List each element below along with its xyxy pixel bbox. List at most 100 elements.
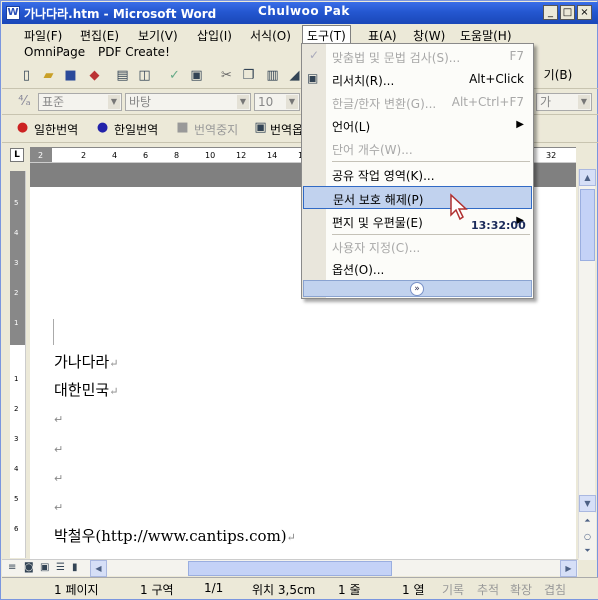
menu-item-shortcut: F7 [509, 49, 524, 63]
menu-help[interactable]: 도움말(H) [460, 27, 512, 44]
document-line-2[interactable]: 대한민국↵ [54, 379, 118, 400]
chevron-double-down-icon[interactable]: » [410, 282, 424, 296]
print-view-icon[interactable]: ▣ [40, 562, 49, 573]
reading-view-icon[interactable]: ▮ [72, 562, 78, 573]
style-combo-value: 표준 [42, 95, 65, 109]
styles-pane-icon[interactable]: ⁴⁄ₐ [16, 93, 33, 110]
copy-icon[interactable]: ❐ [240, 67, 257, 84]
ko-jp-translate-button[interactable]: 한일번역 [114, 121, 158, 138]
document-line-1[interactable]: 가나다라↵ [54, 351, 118, 372]
menu-item-shared-workspace[interactable]: 공유 작업 영역(K)... [303, 163, 532, 186]
menu-item-customize[interactable]: 사용자 지정(C)... [303, 235, 532, 258]
highlight-combo[interactable]: 가 ▼ [536, 93, 592, 111]
menu-item-label: 문서 보호 해제(P) [333, 193, 424, 207]
menu-item-spelling[interactable]: ✓ 맞춤법 및 문법 검사(S)... F7 [303, 45, 532, 68]
ruler-number: 2 [81, 151, 87, 160]
translate-options-button[interactable]: 번역옵 [270, 121, 303, 138]
ruler-number: 8 [174, 151, 180, 160]
tab-selector[interactable]: L [10, 148, 24, 162]
highlight-combo-value: 가 [540, 95, 552, 109]
ruler-number: 12 [236, 151, 247, 160]
stop-icon[interactable]: ■ [174, 119, 191, 136]
options-icon[interactable]: ▣ [252, 119, 269, 136]
ruler-number: 32 [546, 151, 557, 160]
size-combo[interactable]: 10 ▼ [254, 93, 300, 111]
status-extend[interactable]: 확장 [510, 581, 532, 598]
vertical-scrollbar[interactable]: ▲ ▼ ⏶ ○ ⏷ [578, 169, 596, 560]
line-text: 박철우(http://www.cantips.com) [54, 527, 287, 545]
jp-translate-icon[interactable]: ● [14, 119, 31, 136]
ruler-number: 10 [205, 151, 216, 160]
status-line: 1 줄 [338, 583, 361, 597]
status-record[interactable]: 기록 [442, 581, 464, 598]
menu-item-hanja[interactable]: 한글/한자 변환(G)... Alt+Ctrl+F7 [303, 91, 532, 114]
web-view-icon[interactable]: ◙ [24, 562, 34, 573]
menu-item-unprotect-document[interactable]: 문서 보호 해제(P) [303, 186, 532, 209]
vruler-tick: 1 [14, 375, 19, 383]
font-combo[interactable]: 바탕 ▼ [125, 93, 251, 111]
maximize-button[interactable]: □ [560, 5, 575, 20]
paragraph-mark: ↵ [54, 501, 64, 514]
permission-icon[interactable]: ◆ [86, 67, 103, 84]
menu-file[interactable]: 파일(F) [24, 27, 62, 44]
paste-icon[interactable]: ▥ [264, 67, 281, 84]
scroll-left-icon[interactable]: ◀ [90, 560, 107, 577]
style-combo[interactable]: 표준 ▼ [38, 93, 122, 111]
vertical-ruler[interactable]: 5 4 3 2 1 1 2 3 4 5 6 [10, 171, 26, 558]
scroll-right-icon[interactable]: ▶ [560, 560, 577, 577]
pdf-create-menu[interactable]: PDF Create! [98, 45, 170, 59]
standard-toolbar-overflow[interactable]: 기(B) [538, 67, 578, 84]
new-document-icon[interactable]: ▯ [18, 67, 35, 84]
save-icon[interactable]: ■ [62, 67, 79, 84]
vruler-tick: 6 [14, 525, 19, 533]
research-icon[interactable]: ▣ [188, 67, 205, 84]
paragraph-mark: ↵ [54, 413, 64, 426]
print-preview-icon[interactable]: ◫ [136, 67, 153, 84]
next-page-icon[interactable]: ⏷ [579, 543, 596, 560]
vruler-tick: 2 [14, 289, 19, 297]
vertical-scroll-thumb[interactable] [580, 189, 595, 261]
menu-item-research[interactable]: ▣ 리서치(R)... Alt+Click [303, 68, 532, 91]
chevron-down-icon[interactable]: ▼ [578, 95, 590, 109]
previous-page-icon[interactable]: ⏶ [579, 513, 596, 530]
status-overtype[interactable]: 겹침 [544, 581, 566, 598]
menu-item-language[interactable]: 언어(L) ▶ [303, 114, 532, 137]
menu-format[interactable]: 서식(O) [250, 27, 291, 44]
status-track[interactable]: 추적 [477, 581, 499, 598]
minimize-button[interactable]: _ [543, 5, 558, 20]
open-folder-icon[interactable]: ▰ [40, 67, 57, 84]
chevron-down-icon[interactable]: ▼ [108, 95, 120, 109]
word-window: W 가나다라.htm - Microsoft Word Chulwoo Pak … [0, 0, 598, 600]
spelling-icon[interactable]: ✓ [166, 67, 183, 84]
menu-item-label: 옵션(O)... [332, 263, 385, 277]
chevron-down-icon[interactable]: ▼ [237, 95, 249, 109]
menu-edit[interactable]: 편집(E) [80, 27, 119, 44]
menu-item-options[interactable]: 옵션(O)... [303, 257, 532, 280]
word-app-icon[interactable]: W [6, 6, 20, 20]
close-button[interactable]: × [577, 5, 592, 20]
horizontal-scroll-thumb[interactable] [188, 561, 392, 576]
chevron-down-icon[interactable]: ▼ [286, 95, 298, 109]
scroll-down-icon[interactable]: ▼ [579, 495, 596, 512]
document-line-7[interactable]: 박철우(http://www.cantips.com)↵ [54, 525, 296, 546]
print-icon[interactable]: ▤ [114, 67, 131, 84]
menu-tools[interactable]: 도구(T) [302, 25, 351, 45]
title-bar[interactable]: W 가나다라.htm - Microsoft Word Chulwoo Pak … [2, 2, 598, 24]
menu-item-label: 언어(L) [332, 120, 371, 134]
normal-view-icon[interactable]: ≡ [8, 562, 16, 573]
cut-icon[interactable]: ✂ [218, 67, 235, 84]
menu-item-word-count[interactable]: 단어 개수(W)... [303, 137, 532, 160]
scroll-up-icon[interactable]: ▲ [579, 169, 596, 186]
translate-stop-button[interactable]: 번역중지 [194, 121, 238, 138]
vruler-tick: 4 [14, 465, 19, 473]
menu-expand-bar[interactable]: » [303, 280, 532, 297]
omnipage-menu[interactable]: OmniPage [24, 45, 85, 59]
outline-view-icon[interactable]: ☰ [56, 562, 65, 573]
menu-window[interactable]: 창(W) [413, 27, 445, 44]
ko-translate-icon[interactable]: ● [94, 119, 111, 136]
horizontal-scrollbar[interactable]: ≡ ◙ ▣ ☰ ▮ ◀ ▶ [2, 559, 578, 577]
menu-insert[interactable]: 삽입(I) [197, 27, 232, 44]
menu-view[interactable]: 보기(V) [138, 27, 178, 44]
jp-ko-translate-button[interactable]: 일한번역 [34, 121, 78, 138]
menu-table[interactable]: 표(A) [368, 27, 397, 44]
